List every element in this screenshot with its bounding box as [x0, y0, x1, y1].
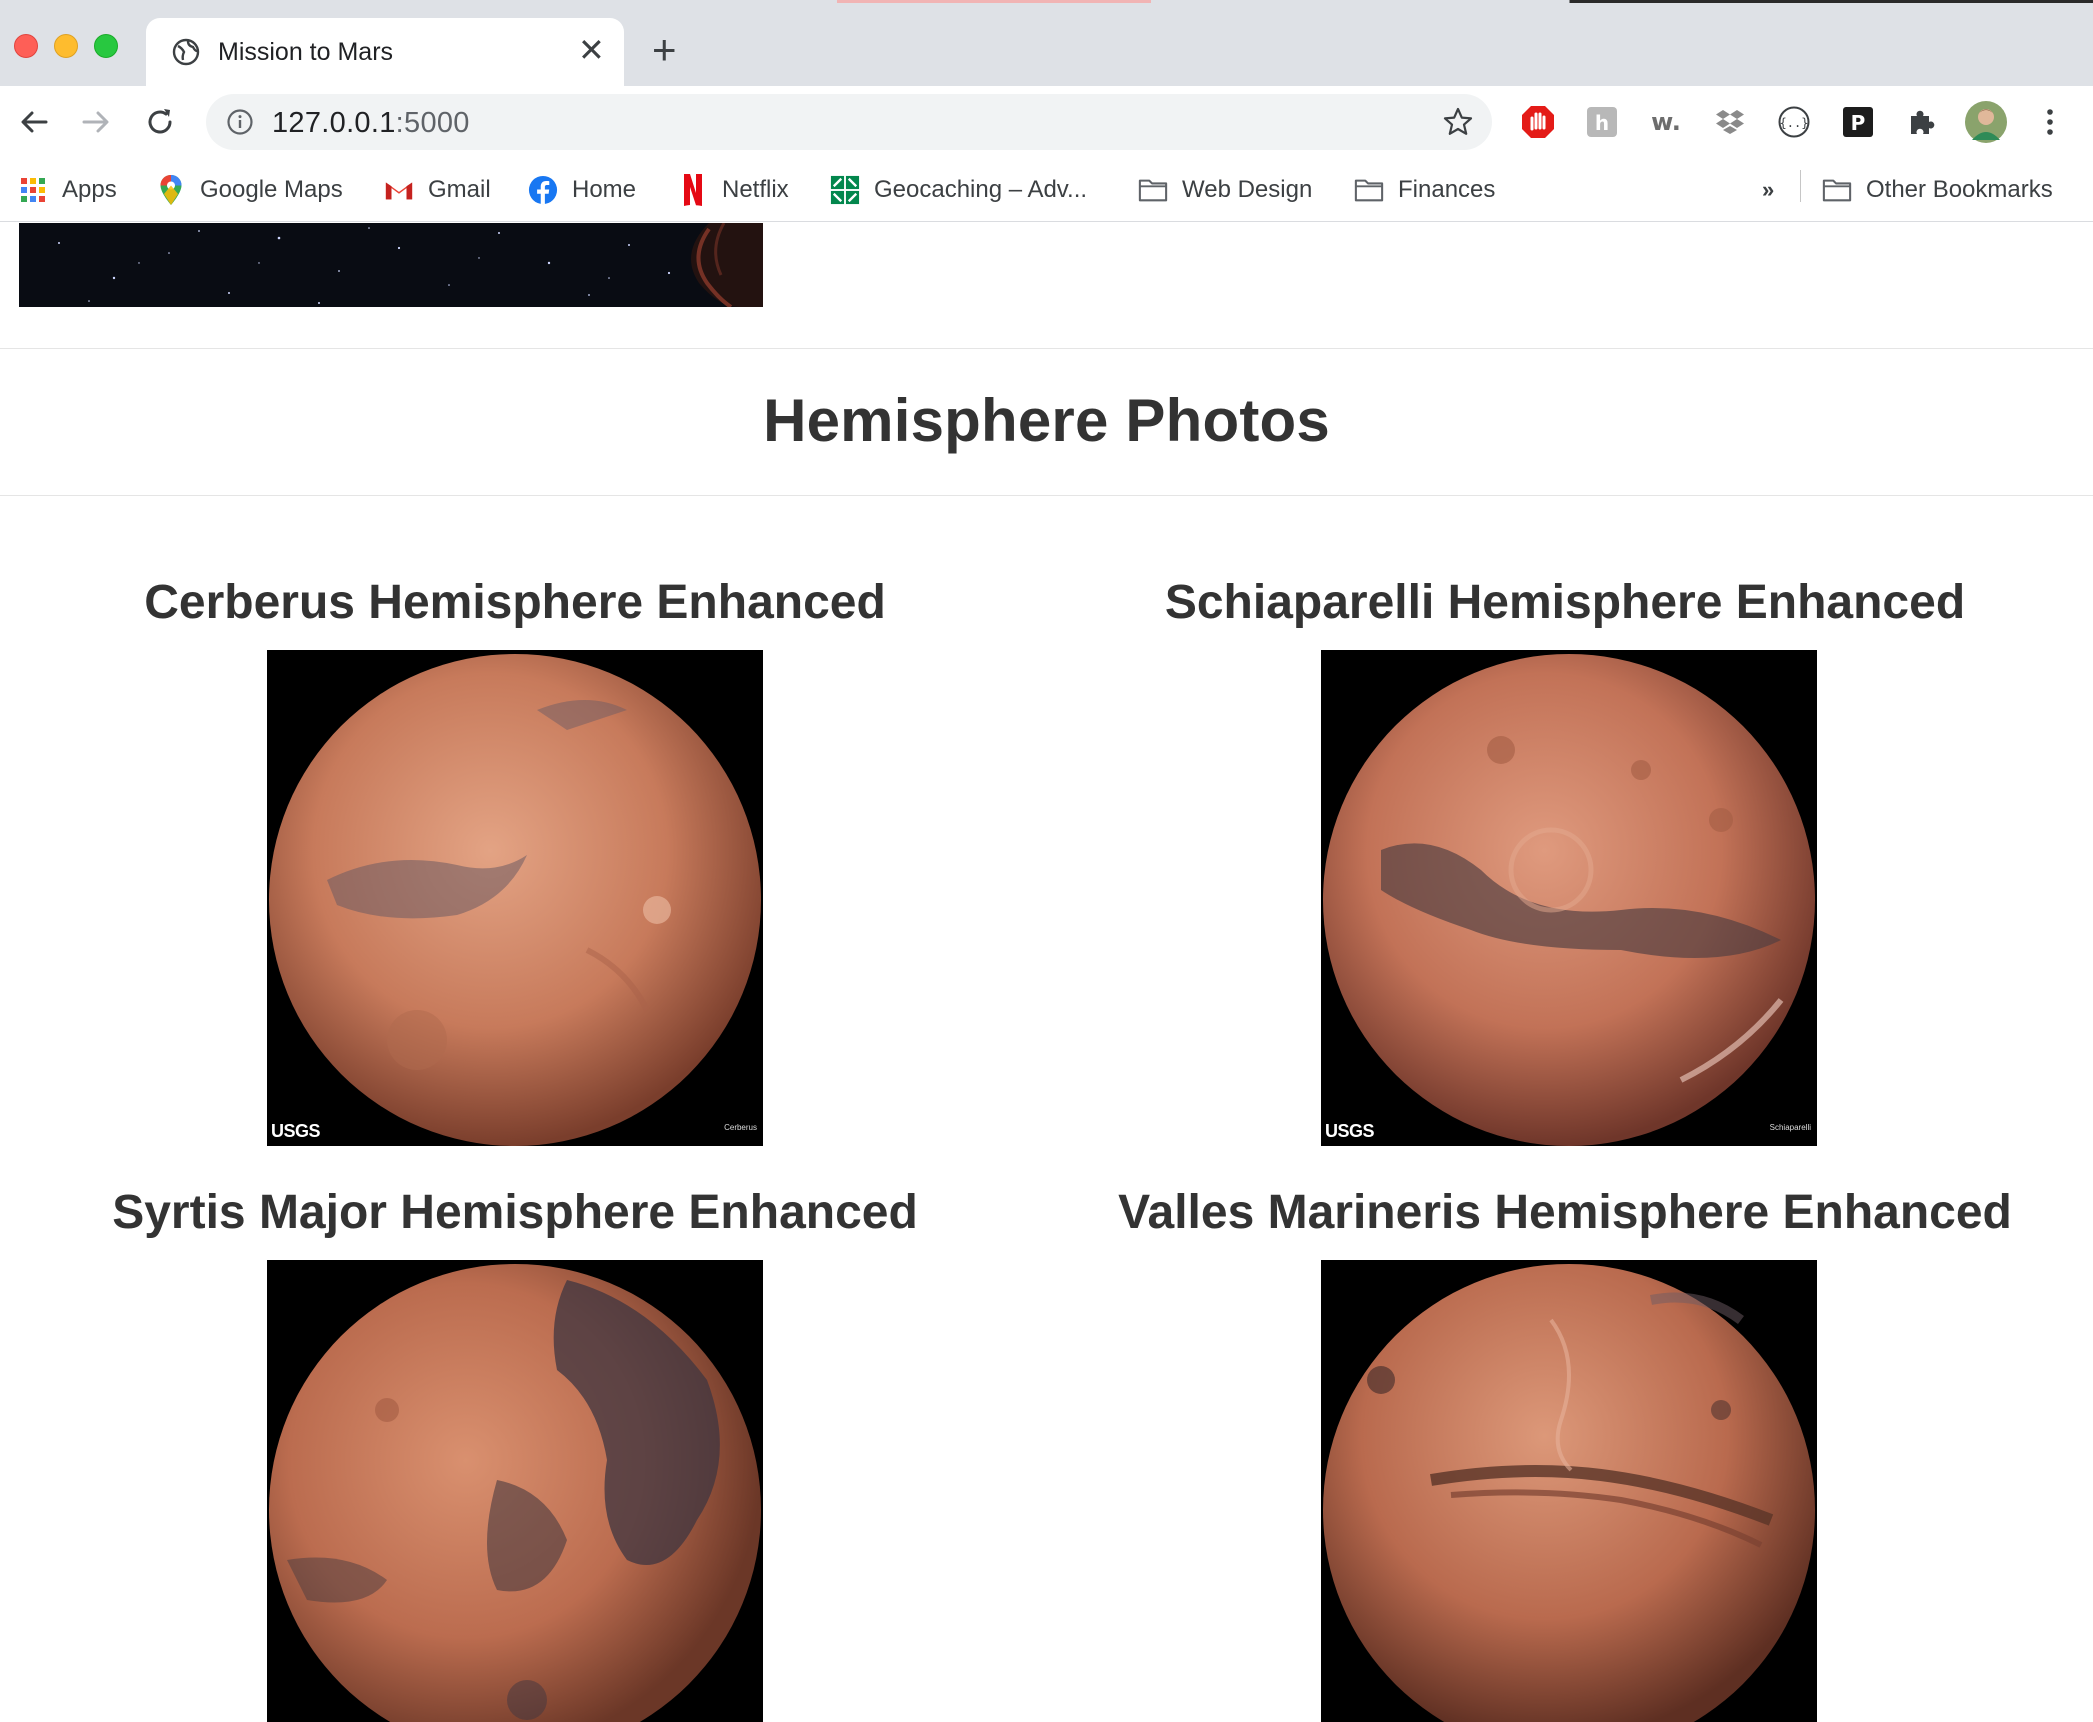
maximize-window-button[interactable] — [94, 34, 118, 58]
back-button[interactable] — [12, 100, 56, 144]
dropbox-icon — [1716, 110, 1744, 134]
bookmark-home[interactable]: Home — [528, 170, 636, 210]
folder-icon — [1354, 175, 1384, 205]
tab-title: Mission to Mars — [218, 38, 394, 66]
url-port: :5000 — [395, 107, 470, 139]
svg-text:P: P — [1851, 111, 1866, 135]
dropbox-extension-icon[interactable] — [1712, 104, 1748, 140]
bookmark-label: Gmail — [428, 176, 491, 203]
bookmark-label: Other Bookmarks — [1866, 176, 2053, 203]
tab-close-icon[interactable]: ✕ — [578, 32, 605, 68]
svg-text:{..}: {..} — [1780, 116, 1809, 130]
bookmark-label: Netflix — [722, 176, 789, 203]
w-icon: w. — [1651, 108, 1681, 136]
top-strip — [0, 0, 2093, 3]
address-bar[interactable]: 127.0.0.1:5000 — [206, 94, 1492, 150]
usgs-logo: USGS — [1325, 1121, 1375, 1141]
bookmark-other-bookmarks[interactable]: Other Bookmarks — [1822, 170, 2053, 210]
bookmark-folder-finances[interactable]: Finances — [1354, 170, 1495, 210]
bookmark-folder-web-design[interactable]: Web Design — [1138, 170, 1312, 210]
h-icon: h — [1587, 107, 1617, 137]
arrow-left-icon — [21, 111, 48, 133]
space-nebula-image — [19, 223, 763, 307]
chrome-menu-button[interactable] — [2032, 104, 2068, 140]
bookmark-label: Home — [572, 176, 637, 203]
gmail-icon — [384, 175, 414, 205]
mars-globe-image — [267, 650, 763, 1146]
hemisphere-image-syrtis-major — [267, 1260, 763, 1722]
image-caption: Schiaparelli — [1769, 1123, 1811, 1132]
facebook-icon — [528, 175, 558, 205]
hemisphere-title-valles-marineris: Valles Marineris Hemisphere Enhanced — [1118, 1186, 2012, 1239]
hemisphere-title-schiaparelli: Schiaparelli Hemisphere Enhanced — [1164, 576, 1966, 629]
google-maps-icon — [156, 175, 186, 205]
section-title: Hemisphere Photos — [763, 387, 1330, 454]
bookmark-label: Geocaching – Adv... — [874, 176, 1088, 203]
hemisphere-image-schiaparelli: USGS Schiaparelli — [1321, 650, 1817, 1146]
url-text: 127.0.0.1:5000 — [272, 107, 470, 140]
hemisphere-image-valles-marineris — [1321, 1260, 1817, 1722]
bookmark-star-icon[interactable] — [1442, 106, 1474, 138]
profile-avatar[interactable] — [1964, 100, 2008, 144]
wikiwand-extension-icon[interactable]: w. — [1648, 104, 1684, 140]
minimize-window-button[interactable] — [54, 34, 78, 58]
hemisphere-image-cerberus: USGS Cerberus — [267, 650, 763, 1146]
usgs-logo: USGS — [271, 1121, 321, 1141]
bookmark-apps[interactable]: Apps — [18, 170, 117, 210]
new-tab-button[interactable]: + — [652, 28, 677, 72]
bookmark-google-maps[interactable]: Google Maps — [156, 170, 343, 210]
globe-icon — [172, 38, 200, 66]
reload-icon — [148, 109, 172, 134]
image-caption: Cerberus — [724, 1123, 757, 1132]
bookmarks-separator — [1800, 170, 1801, 202]
folder-icon — [1138, 175, 1168, 205]
avatar-icon — [1965, 101, 2007, 143]
geocaching-icon — [830, 175, 860, 205]
reload-button[interactable] — [138, 100, 182, 144]
bookmark-label: Finances — [1398, 176, 1496, 203]
stop-hand-icon — [1522, 106, 1554, 138]
json-extension-icon[interactable]: {..} — [1776, 104, 1812, 140]
svg-text:h: h — [1595, 111, 1609, 135]
toolbar: 127.0.0.1:5000 h w. {..} P — [0, 86, 2093, 158]
bookmark-label: Google Maps — [200, 176, 343, 203]
mars-globe-image — [1321, 650, 1817, 1146]
puzzle-icon — [1911, 110, 1935, 134]
featured-image — [19, 223, 763, 307]
apps-grid-icon — [18, 175, 48, 205]
p-icon: P — [1843, 107, 1873, 137]
mars-globe-image — [267, 1260, 763, 1722]
mars-globe-image — [1321, 1260, 1817, 1722]
bookmark-label: Apps — [62, 176, 117, 203]
section-divider-bottom — [0, 495, 2093, 496]
active-tab[interactable]: Mission to Mars ✕ — [146, 18, 624, 86]
bookmarks-bar: Apps Google Maps Gmail Home Netflix Geoc… — [0, 158, 2093, 222]
extensions-button[interactable] — [1904, 104, 1940, 140]
folder-icon — [1822, 175, 1852, 205]
section-divider-top — [0, 348, 2093, 349]
bookmark-geocaching[interactable]: Geocaching – Adv... — [830, 170, 1087, 210]
url-host: 127.0.0.1 — [272, 107, 396, 139]
overflow-chevron-icon: » — [1762, 177, 1775, 202]
bookmark-netflix[interactable]: Netflix — [678, 170, 789, 210]
adblock-extension-icon[interactable] — [1520, 104, 1556, 140]
producthunt-extension-icon[interactable]: P — [1840, 104, 1876, 140]
svg-text:w.: w. — [1651, 108, 1681, 136]
hemisphere-title-syrtis-major: Syrtis Major Hemisphere Enhanced — [112, 1186, 918, 1239]
hemisphere-title-cerberus: Cerberus Hemisphere Enhanced — [144, 576, 886, 629]
kebab-menu-icon — [2047, 109, 2053, 135]
bookmarks-overflow-button[interactable]: » — [1762, 170, 1774, 210]
braces-icon: {..} — [1778, 106, 1810, 138]
close-window-button[interactable] — [14, 34, 38, 58]
bookmark-gmail[interactable]: Gmail — [384, 170, 491, 210]
info-icon[interactable] — [226, 108, 254, 136]
honey-extension-icon[interactable]: h — [1584, 104, 1620, 140]
arrow-right-icon — [82, 111, 109, 133]
netflix-icon — [678, 174, 708, 206]
bookmark-label: Web Design — [1182, 176, 1313, 203]
forward-button[interactable] — [74, 100, 118, 144]
